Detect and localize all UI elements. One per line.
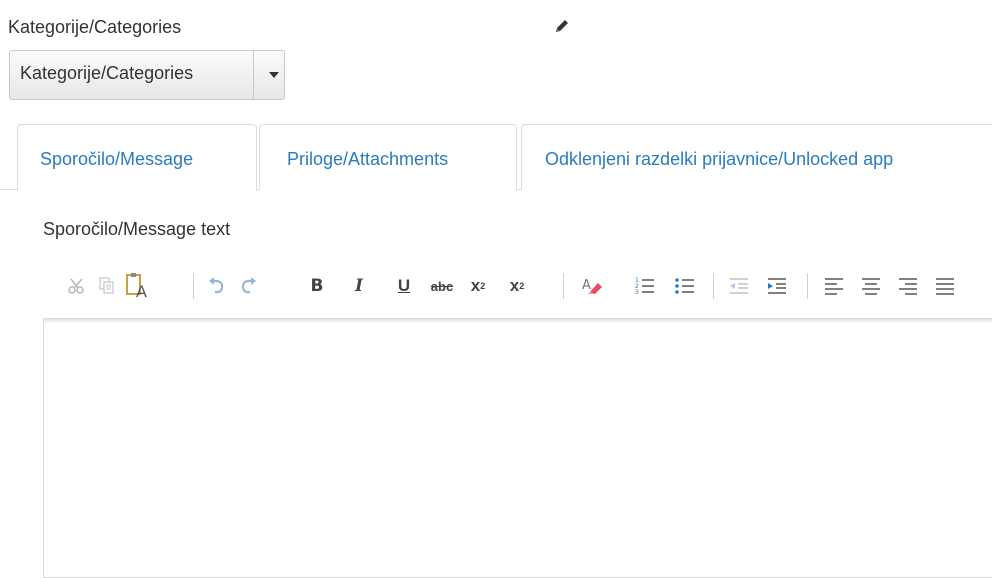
toolbar-separator bbox=[563, 273, 564, 299]
superscript-marker: 2 bbox=[519, 281, 525, 291]
bulleted-list-icon[interactable] bbox=[670, 266, 700, 306]
toolbar-separator bbox=[193, 273, 194, 299]
tab-attachments[interactable]: Priloge/Attachments bbox=[259, 124, 517, 190]
select-divider bbox=[253, 51, 254, 99]
underline-icon[interactable]: U bbox=[389, 266, 419, 306]
chevron-down-icon[interactable] bbox=[269, 72, 279, 78]
justify-icon[interactable] bbox=[930, 266, 960, 306]
category-label: Kategorije/Categories bbox=[8, 17, 182, 37]
align-right-icon[interactable] bbox=[893, 266, 923, 306]
tab-message-label: Sporočilo/Message bbox=[40, 149, 194, 169]
tab-unlocked-sections[interactable]: Odklenjeni razdelki prijavnice/Unlocked … bbox=[521, 124, 992, 190]
tab-unlocked-sections-label: Odklenjeni razdelki prijavnice/Unlocked … bbox=[545, 149, 894, 169]
svg-text:A: A bbox=[136, 282, 147, 300]
italic-icon[interactable]: I bbox=[344, 266, 374, 306]
remove-format-icon[interactable]: A bbox=[577, 266, 607, 306]
undo-icon[interactable] bbox=[202, 266, 232, 306]
editor-toolbar: A B I U abc x2 x2 A 123 bbox=[62, 266, 992, 306]
svg-text:3: 3 bbox=[635, 289, 639, 296]
tab-message[interactable]: Sporočilo/Message bbox=[17, 124, 257, 191]
strikethrough-icon[interactable]: abc bbox=[427, 266, 457, 306]
redo-icon[interactable] bbox=[233, 266, 263, 306]
pencil-icon[interactable] bbox=[552, 16, 572, 36]
subscript-marker: 2 bbox=[480, 281, 486, 291]
category-select-value: Kategorije/Categories bbox=[20, 63, 194, 83]
subscript-icon[interactable]: x2 bbox=[463, 266, 493, 306]
align-center-icon[interactable] bbox=[856, 266, 886, 306]
align-left-icon[interactable] bbox=[819, 266, 849, 306]
bold-icon[interactable]: B bbox=[302, 266, 332, 306]
numbered-list-icon[interactable]: 123 bbox=[630, 266, 660, 306]
copy-icon[interactable] bbox=[92, 266, 122, 306]
svg-text:A: A bbox=[582, 278, 591, 293]
message-text-label: Sporočilo/Message text bbox=[43, 219, 231, 239]
paste-as-text-icon[interactable]: A bbox=[122, 266, 152, 306]
tab-attachments-label: Priloge/Attachments bbox=[287, 149, 449, 169]
indent-icon[interactable] bbox=[762, 266, 792, 306]
category-select[interactable]: Kategorije/Categories bbox=[9, 50, 285, 100]
superscript-icon[interactable]: x2 bbox=[502, 266, 532, 306]
outdent-icon[interactable] bbox=[724, 266, 754, 306]
cut-icon[interactable] bbox=[62, 266, 92, 306]
superscript-glyph: x bbox=[509, 276, 520, 295]
toolbar-separator bbox=[713, 273, 714, 299]
tab-bar: Sporočilo/Message Priloge/Attachments Od… bbox=[0, 124, 992, 191]
message-editor[interactable] bbox=[43, 318, 992, 578]
toolbar-separator bbox=[807, 273, 808, 299]
subscript-glyph: x bbox=[470, 276, 481, 295]
